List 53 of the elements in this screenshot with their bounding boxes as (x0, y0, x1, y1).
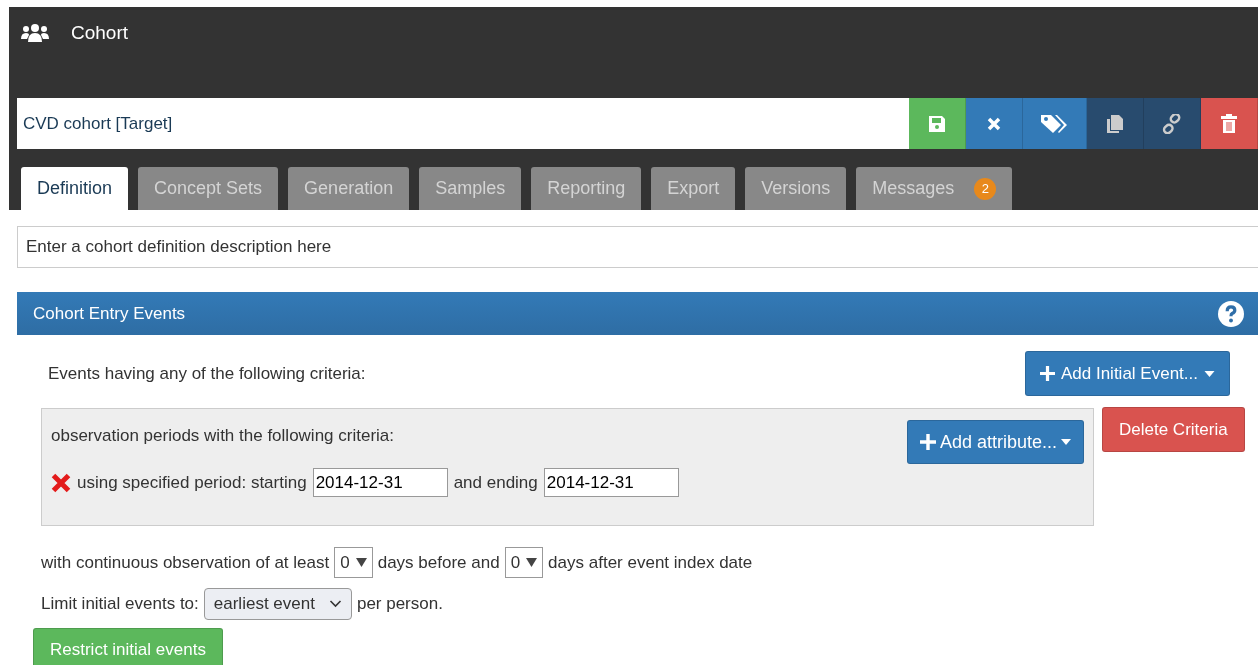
remove-icon[interactable] (51, 472, 71, 493)
caret-icon (1061, 439, 1071, 445)
add-attribute-button[interactable]: Add attribute... (906, 420, 1084, 464)
help-icon[interactable] (1218, 300, 1244, 327)
tab[interactable]: Versions (745, 167, 847, 210)
observation-text: days before and (377, 552, 500, 573)
period-label: using specified period: starting (77, 472, 307, 493)
tags-button[interactable] (1023, 98, 1087, 149)
tab[interactable]: Messages 2 (856, 167, 1013, 210)
plus-icon (1039, 366, 1055, 381)
add-initial-event-button[interactable]: Add Initial Event... (1024, 351, 1230, 396)
start-date-field[interactable]: 2014-12-31 (312, 468, 448, 497)
page-title: Cohort (71, 22, 129, 44)
observation-text: days after event index date (548, 552, 753, 573)
users-icon (21, 23, 49, 43)
tab[interactable]: Export (651, 167, 736, 210)
tags-icon (1039, 113, 1070, 134)
plus-icon (919, 434, 936, 450)
description-field[interactable]: Enter a cohort definition description here (17, 226, 1258, 268)
tab[interactable]: Definition (21, 167, 129, 210)
copy-button[interactable] (1087, 98, 1144, 149)
delete-criteria-button[interactable]: Delete Criteria (1102, 407, 1245, 452)
trash-icon (1220, 113, 1238, 134)
name-field[interactable]: CVD cohort [Target] (17, 98, 909, 149)
close-icon (986, 115, 1002, 132)
days-select[interactable]: 0 (504, 547, 544, 578)
caret-icon (355, 558, 367, 567)
end-date-field[interactable]: 2014-12-31 (543, 468, 679, 497)
limit-dropdown[interactable]: earliest event (203, 588, 352, 620)
tab[interactable]: Generation (288, 167, 410, 210)
tab[interactable]: Samples (419, 167, 522, 210)
observation-text: with continuous observation of at least (41, 552, 330, 573)
delete-button[interactable] (1201, 98, 1258, 149)
chevron-icon (328, 600, 342, 608)
copy-icon (1106, 113, 1124, 134)
panel-title: Cohort Entry Events (33, 303, 186, 324)
count-badge: 2 (974, 177, 997, 200)
save-icon (927, 113, 947, 134)
save-button[interactable] (909, 98, 966, 149)
criteria-title: observation periods with the following criteria: (51, 426, 394, 446)
caret-icon (526, 558, 538, 567)
period-label: and ending (453, 472, 538, 493)
limit-label: per person. (356, 594, 443, 614)
caret-icon (1204, 370, 1215, 377)
close-button[interactable] (966, 98, 1023, 149)
tab[interactable]: Concept Sets (138, 167, 279, 210)
tab[interactable]: Reporting (531, 167, 642, 210)
restrict-initial-events-button[interactable]: Restrict initial events (33, 628, 223, 665)
link-button[interactable] (1144, 98, 1201, 149)
limit-label: Limit initial events to: (41, 594, 199, 614)
link-icon (1162, 113, 1182, 134)
days-select[interactable]: 0 (334, 547, 373, 578)
intro-text: Events having any of the following criteria: (48, 363, 366, 384)
